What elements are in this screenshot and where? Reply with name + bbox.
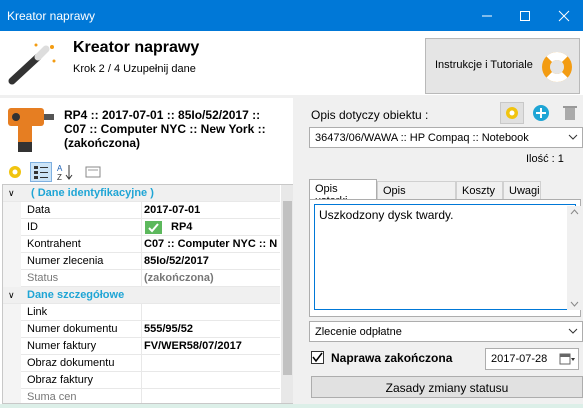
- wizard-header: Kreator naprawy Krok 2 / 4 Uzupełnij dan…: [0, 31, 583, 95]
- category-label: ( Dane identyfikacyjne ): [31, 187, 154, 199]
- prop-value: 85Io/52/2017: [144, 255, 209, 267]
- prop-label: Link: [27, 306, 48, 318]
- table-row[interactable]: Suma cen: [3, 389, 280, 403]
- table-row[interactable]: Obraz dokumentu: [3, 355, 280, 372]
- title-bar: Kreator naprawy: [0, 0, 583, 31]
- chevron-down-icon: [567, 131, 579, 146]
- object-summary: RP4 :: 2017-07-01 :: 85Io/52/2017 :: C07…: [64, 108, 289, 150]
- svg-text:Z: Z: [57, 173, 62, 181]
- property-toolbar: AZ: [0, 160, 293, 184]
- prop-label: Suma cen: [27, 391, 77, 403]
- textarea-scrollbar[interactable]: [567, 206, 582, 310]
- table-row[interactable]: Status (zakończona): [3, 270, 280, 287]
- category-label: Dane szczegółowe: [27, 289, 125, 301]
- category-identification[interactable]: ∨ ( Dane identyfikacyjne ): [3, 185, 280, 202]
- status-rules-button[interactable]: Zasady zmiany statusu: [311, 376, 583, 398]
- order-type-value: Zlecenie odpłatne: [315, 326, 402, 338]
- object-summary-line3: (zakończona): [64, 136, 141, 150]
- collapse-icon[interactable]: ∨: [8, 290, 15, 301]
- tab-repair-description[interactable]: Opis naprawy: [377, 181, 456, 209]
- collapse-icon[interactable]: ∨: [8, 188, 15, 199]
- wizard-step: Krok 2 / 4 Uzupełnij dane: [73, 63, 196, 75]
- chevron-down-icon: [567, 325, 579, 340]
- category-details[interactable]: ∨ Dane szczegółowe: [3, 287, 280, 304]
- object-select-value: 36473/06/WAWA :: HP Compaq :: Notebook: [315, 132, 529, 144]
- minimize-icon[interactable]: [468, 0, 506, 31]
- prop-label: Numer zlecenia: [27, 255, 104, 267]
- calendar-icon[interactable]: [559, 352, 575, 369]
- property-pages-icon[interactable]: [82, 162, 104, 182]
- prop-value: FV/WER58/07/2017: [144, 340, 242, 352]
- prop-label: Data: [27, 204, 51, 216]
- table-row[interactable]: Data 2017-07-01: [3, 202, 280, 219]
- prop-label: Numer dokumentu: [27, 323, 118, 335]
- quantity-label: Ilość : 1: [526, 153, 564, 165]
- close-icon[interactable]: [545, 0, 583, 31]
- object-details-panel: Opis dotyczy obiektu : 36473/06/WAWA :: …: [297, 98, 583, 408]
- window: Kreator naprawy Kreator naprawy Krok 2 /…: [0, 0, 583, 408]
- repair-date-picker[interactable]: 2017-07-28: [485, 348, 579, 370]
- fault-description-textarea[interactable]: Uszkodzony dysk twardy.: [314, 204, 582, 310]
- prop-label: Kontrahent: [27, 238, 81, 250]
- repair-done-checkbox[interactable]: [311, 351, 324, 364]
- add-icon[interactable]: [529, 102, 553, 124]
- scrollbar-thumb[interactable]: [283, 201, 292, 375]
- wizard-title: Kreator naprawy: [73, 39, 200, 56]
- prop-label: Obraz faktury: [27, 374, 94, 386]
- property-grid: ∨ ( Dane identyfikacyjne ) Data 2017-07-0…: [2, 184, 293, 404]
- object-summary-line1: RP4 :: 2017-07-01 :: 85Io/52/2017 ::: [64, 108, 261, 122]
- table-row[interactable]: Numer zlecenia 85Io/52/2017: [3, 253, 280, 270]
- table-row[interactable]: Link: [3, 304, 280, 321]
- status-strip: [0, 404, 583, 408]
- object-select[interactable]: 36473/06/WAWA :: HP Compaq :: Notebook: [309, 127, 583, 148]
- table-row[interactable]: Obraz faktury: [3, 372, 280, 389]
- prop-value: RP4: [171, 221, 193, 233]
- description-tabs: Opis usterki Opis naprawy Koszty Uwagi: [309, 179, 581, 209]
- table-row[interactable]: Kontrahent C07 :: Computer NYC :: N: [3, 236, 280, 253]
- tab-notes[interactable]: Uwagi: [503, 181, 541, 199]
- tutorials-button[interactable]: Instrukcje i Tutoriale: [425, 38, 580, 94]
- prop-label: Status: [27, 272, 59, 284]
- magic-wand-icon: [8, 41, 58, 88]
- fault-description-text: Uszkodzony dysk twardy.: [319, 208, 454, 222]
- tutorials-button-label: Instrukcje i Tutoriale: [435, 59, 533, 71]
- prop-label: Numer faktury: [27, 340, 97, 352]
- sort-az-icon[interactable]: AZ: [54, 162, 76, 182]
- table-row[interactable]: Numer dokumentu 555/95/52: [3, 321, 280, 338]
- settings-gear-icon[interactable]: [4, 162, 26, 182]
- table-row[interactable]: Numer faktury FV/WER58/07/2017: [3, 338, 280, 355]
- prop-value: C07 :: Computer NYC :: N: [144, 238, 278, 250]
- drill-icon: [4, 104, 58, 159]
- object-panel: RP4 :: 2017-07-01 :: 85Io/52/2017 :: C07…: [0, 98, 293, 404]
- tab-content: Uszkodzony dysk twardy.: [309, 199, 582, 317]
- lifebuoy-icon: [539, 49, 575, 88]
- tab-fault-description[interactable]: Opis usterki: [309, 179, 377, 207]
- checkmark-icon: [145, 221, 162, 234]
- maximize-icon[interactable]: [506, 0, 544, 31]
- order-type-select[interactable]: Zlecenie odpłatne: [309, 321, 583, 342]
- prop-label: ID: [27, 221, 38, 233]
- prop-value: 555/95/52: [144, 323, 193, 335]
- delete-icon[interactable]: [559, 102, 581, 124]
- repair-date-value: 2017-07-28: [491, 353, 548, 365]
- repair-done-label: Naprawa zakończona: [331, 351, 453, 365]
- object-summary-line2: C07 :: Computer NYC :: New York ::: [64, 122, 266, 136]
- categorized-view-icon[interactable]: [30, 162, 52, 182]
- table-row[interactable]: ID RP4: [3, 219, 280, 236]
- object-label: Opis dotyczy obiektu :: [311, 108, 429, 122]
- prop-value: 2017-07-01: [144, 204, 201, 216]
- settings-gear-icon[interactable]: [500, 102, 524, 124]
- svg-text:A: A: [57, 164, 63, 173]
- property-grid-scrollbar[interactable]: [281, 185, 293, 403]
- prop-value: (zakończona): [144, 272, 214, 284]
- tab-costs[interactable]: Koszty: [456, 181, 503, 199]
- prop-label: Obraz dokumentu: [27, 357, 115, 369]
- window-title: Kreator naprawy: [7, 9, 96, 23]
